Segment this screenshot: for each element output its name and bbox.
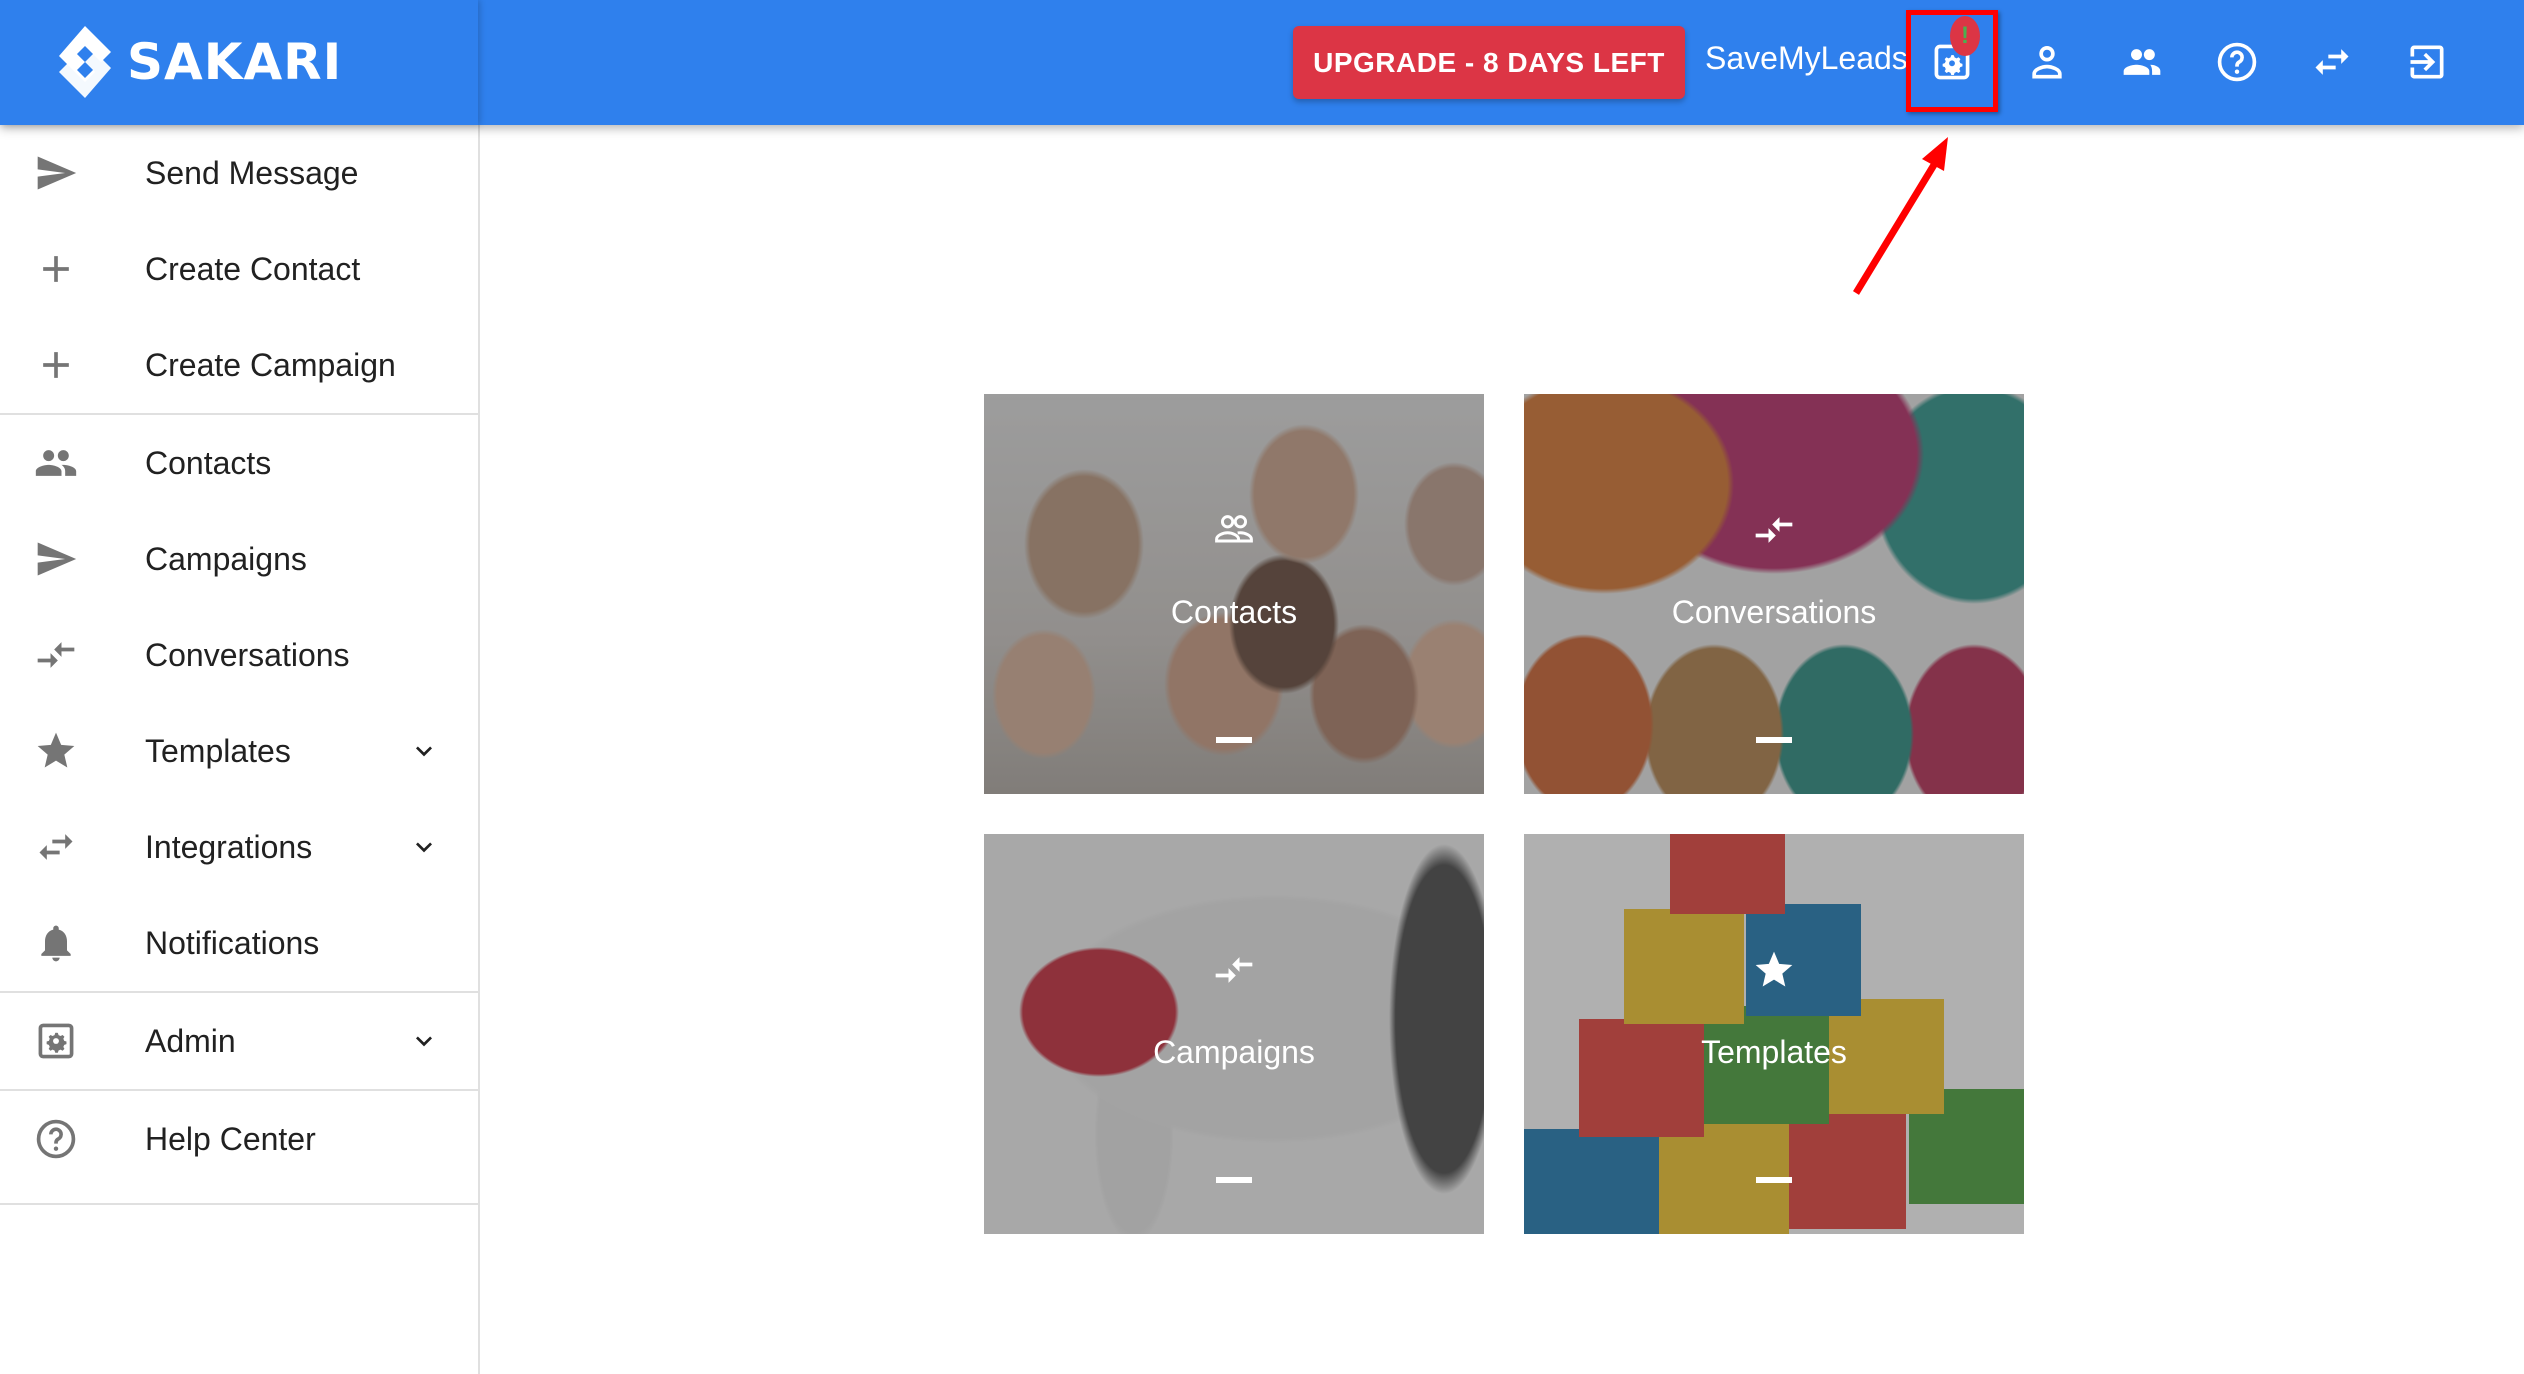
sidebar-item-create-contact[interactable]: Create Contact <box>0 221 478 317</box>
switch-account-button[interactable] <box>2308 38 2356 86</box>
sidebar-item-label: Templates <box>145 732 291 769</box>
chevron-down-icon[interactable] <box>408 1025 440 1057</box>
sidebar-group-admin: Admin <box>0 993 478 1091</box>
annotation-arrow <box>1853 137 1948 295</box>
switch-account-icon <box>2315 49 2349 75</box>
sidebar-item-label: Contacts <box>145 444 272 481</box>
send-icon <box>33 150 79 196</box>
compare-arrows-icon <box>33 632 79 678</box>
users-icon <box>2123 49 2161 75</box>
sidebar-item-send-message[interactable]: Send Message <box>0 125 478 221</box>
card-campaigns[interactable]: Campaigns <box>984 834 1484 1234</box>
sidebar-item-label: Create Contact <box>145 250 361 287</box>
compare-arrows-icon <box>1212 948 1256 992</box>
sidebar-item-label: Send Message <box>145 154 359 191</box>
star-icon <box>33 728 79 774</box>
sidebar-item-admin[interactable]: Admin <box>0 993 478 1089</box>
card-contacts[interactable]: Contacts <box>984 394 1484 794</box>
help-icon <box>2217 42 2257 82</box>
users-button[interactable] <box>2118 38 2166 86</box>
logout-icon <box>2410 45 2444 79</box>
sidebar-item-integrations[interactable]: Integrations <box>0 799 478 895</box>
sidebar-item-contacts[interactable]: Contacts <box>0 415 478 511</box>
sidebar-item-create-campaign[interactable]: Create Campaign <box>0 317 478 413</box>
bell-icon <box>33 920 79 966</box>
top-app-bar: SAKARI UPGRADE - 8 DAYS LEFT SaveMyLeads… <box>0 0 2524 125</box>
card-title: Templates <box>1701 1034 1847 1070</box>
send-icon <box>33 536 79 582</box>
logo-area: SAKARI <box>0 0 478 125</box>
sakari-logo[interactable]: SAKARI <box>55 22 342 102</box>
sidebar-item-campaigns[interactable]: Campaigns <box>0 511 478 607</box>
chevron-down-icon[interactable] <box>408 735 440 767</box>
chevron-down-icon[interactable] <box>408 831 440 863</box>
sakari-logo-icon <box>59 26 111 98</box>
logout-button[interactable] <box>2403 38 2451 86</box>
sidebar-item-templates[interactable]: Templates <box>0 703 478 799</box>
sidebar-item-label: Admin <box>145 1022 236 1059</box>
card-title: Conversations <box>1671 594 1877 630</box>
admin-settings-icon <box>33 1018 79 1064</box>
help-button[interactable] <box>2213 38 2261 86</box>
card-title: Campaigns <box>1153 1034 1315 1070</box>
sidebar-item-label: Create Campaign <box>145 346 396 383</box>
brand-name: SAKARI <box>127 33 343 91</box>
sidebar-item-label: Integrations <box>145 828 313 865</box>
plus-icon <box>33 342 79 388</box>
card-underline <box>1756 1177 1792 1183</box>
card-underline <box>1216 737 1252 743</box>
sidebar-item-help-center[interactable]: Help Center <box>0 1091 478 1187</box>
people-icon <box>33 440 79 486</box>
sidebar-item-label: Notifications <box>145 924 320 961</box>
sidebar-item-conversations[interactable]: Conversations <box>0 607 478 703</box>
plus-icon <box>33 246 79 292</box>
profile-icon <box>2032 46 2062 79</box>
card-underline <box>1216 1177 1252 1183</box>
help-icon <box>33 1116 79 1162</box>
sidebar-item-notifications[interactable]: Notifications <box>0 895 478 991</box>
sidebar-group-help: Help Center <box>0 1091 478 1205</box>
sidebar-nav: Send Message Create Contact Create Campa… <box>0 125 480 1374</box>
swap-icon <box>33 824 79 870</box>
account-name[interactable]: SaveMyLeads <box>1705 40 1908 77</box>
card-underline <box>1756 737 1792 743</box>
notification-badge: ! <box>1950 16 1980 56</box>
card-conversations[interactable]: Conversations <box>1524 394 2024 794</box>
people-outline-icon <box>1212 508 1256 552</box>
compare-arrows-icon <box>1752 508 1796 552</box>
sidebar-item-label: Help Center <box>145 1120 316 1157</box>
sidebar-item-label: Campaigns <box>145 540 307 577</box>
star-icon <box>1752 948 1796 992</box>
app: SAKARI UPGRADE - 8 DAYS LEFT SaveMyLeads… <box>0 0 2524 1374</box>
sidebar-item-label: Conversations <box>145 636 350 673</box>
sidebar-group-quick-actions: Send Message Create Contact Create Campa… <box>0 125 478 415</box>
card-templates[interactable]: Templates <box>1524 834 2024 1234</box>
profile-button[interactable] <box>2023 38 2071 86</box>
card-title: Contacts <box>1170 594 1298 630</box>
sidebar-group-main: Contacts Campaigns Conversations Templat… <box>0 415 478 993</box>
upgrade-button[interactable]: UPGRADE - 8 DAYS LEFT <box>1293 26 1685 99</box>
